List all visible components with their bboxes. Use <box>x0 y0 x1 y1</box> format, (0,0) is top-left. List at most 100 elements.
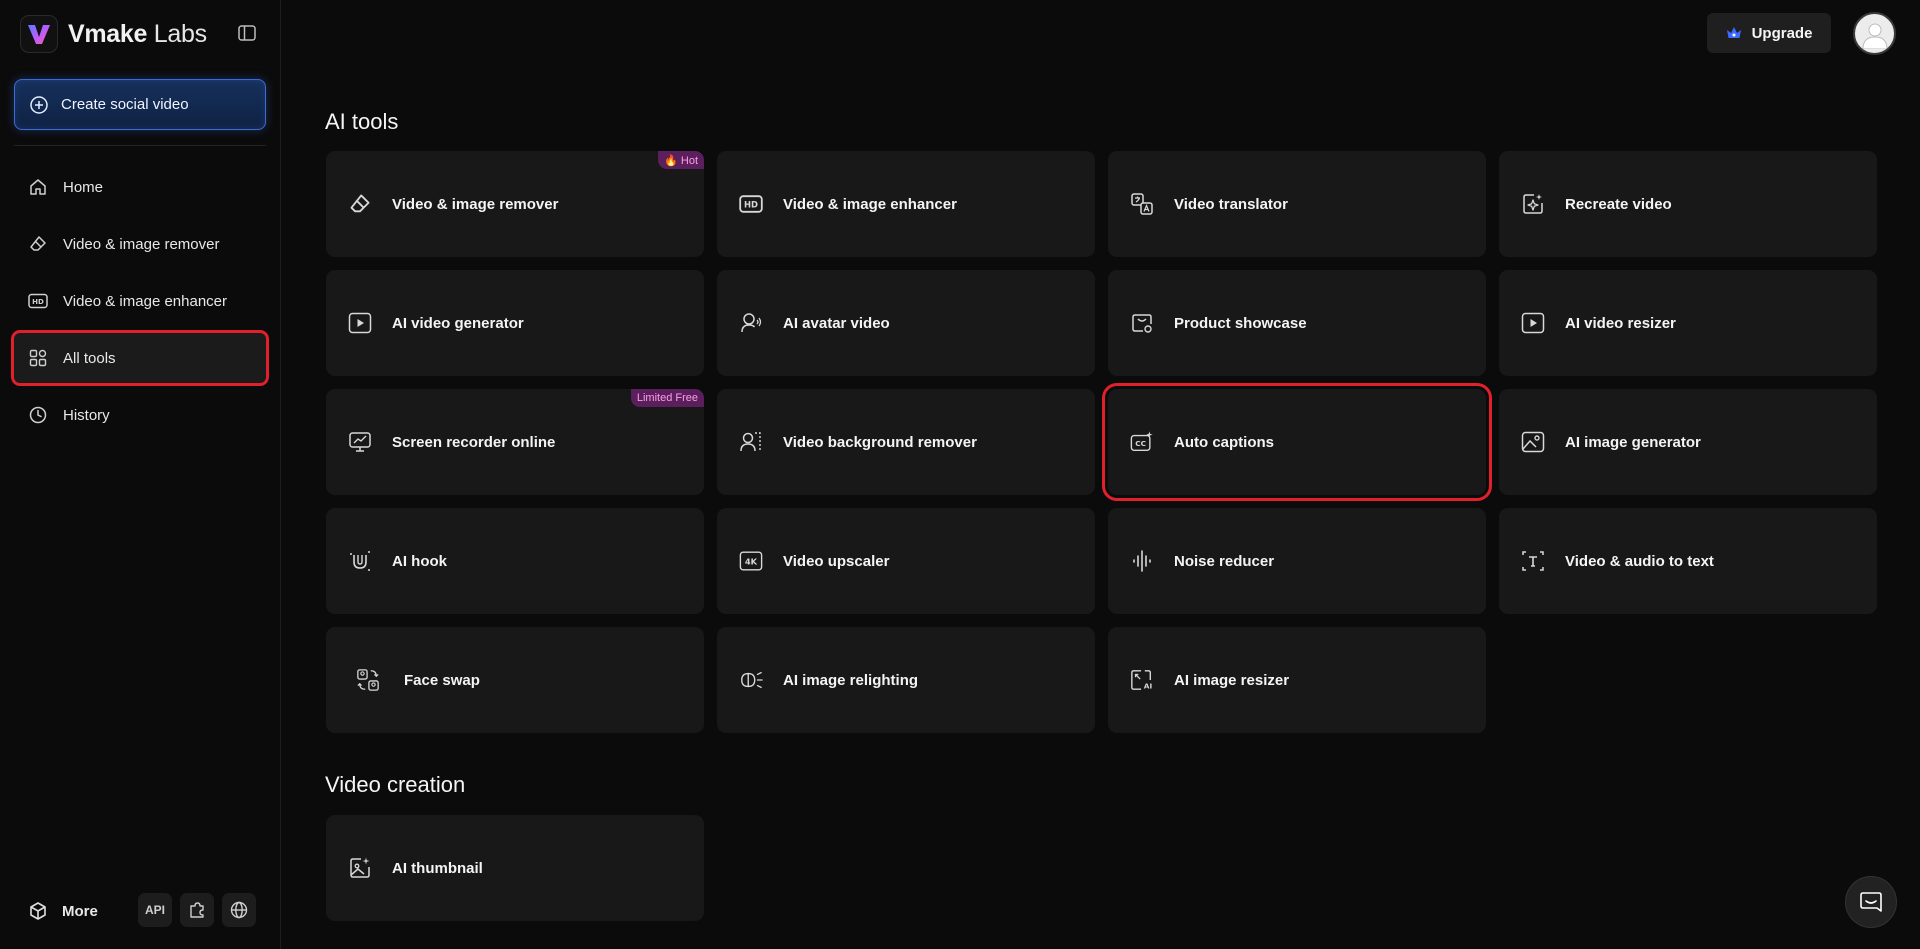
puzzle-icon <box>188 901 206 919</box>
tool-card-face-swap[interactable]: Face swap <box>326 627 704 733</box>
tool-card-ai-video-resizer[interactable]: AI video resizer <box>1499 270 1877 376</box>
tool-label: Noise reducer <box>1174 552 1275 570</box>
hd-icon: HD <box>28 291 48 311</box>
more-button[interactable]: More <box>28 901 98 921</box>
upgrade-button[interactable]: Upgrade <box>1707 13 1831 53</box>
tool-card-ai-thumbnail[interactable]: AI thumbnail <box>326 815 704 921</box>
clock-icon <box>28 405 48 425</box>
globe-icon <box>230 901 248 919</box>
tool-label: AI image generator <box>1565 433 1701 451</box>
cc-icon: CC <box>1130 430 1154 454</box>
svg-text:AI: AI <box>1144 681 1153 690</box>
tool-label: Video background remover <box>783 433 977 451</box>
play-box-icon <box>1521 311 1545 335</box>
tool-label: Recreate video <box>1565 195 1672 213</box>
tool-label: Product showcase <box>1174 314 1307 332</box>
tool-card-video-upscaler[interactable]: 4K Video upscaler <box>717 508 1095 614</box>
hd-icon: HD <box>739 192 763 216</box>
language-button[interactable] <box>222 893 256 927</box>
hot-badge: 🔥 Hot <box>658 151 704 169</box>
waveform-icon <box>1130 549 1154 573</box>
tool-card-auto-captions[interactable]: CC Auto captions <box>1102 383 1492 501</box>
4k-icon: 4K <box>739 549 763 573</box>
sidebar-item-label: All tools <box>63 349 116 367</box>
tool-label: Video & image enhancer <box>783 195 957 213</box>
tool-label: AI video generator <box>392 314 524 332</box>
tool-card-ai-hook[interactable]: AI hook <box>326 508 704 614</box>
chat-icon <box>1859 890 1883 914</box>
tool-card-video-background-remover[interactable]: Video background remover <box>717 389 1095 495</box>
plugin-button[interactable] <box>180 893 214 927</box>
home-icon <box>28 177 48 197</box>
tool-card-screen-recorder-online[interactable]: Screen recorder online Limited Free <box>326 389 704 495</box>
svg-text:HD: HD <box>32 298 44 306</box>
sidebar-item-label: Video & image enhancer <box>63 292 228 310</box>
grid-icon <box>28 348 48 368</box>
limited-free-badge: Limited Free <box>630 389 704 407</box>
tool-label: Video translator <box>1174 195 1288 213</box>
tool-card-video-image-enhancer[interactable]: HD Video & image enhancer <box>717 151 1095 257</box>
sidebar-item-label: Home <box>63 178 104 196</box>
image-icon <box>1521 430 1545 454</box>
person-bg-icon <box>739 430 763 454</box>
tool-card-video-image-remover[interactable]: Video & image remover 🔥 Hot <box>326 151 704 257</box>
tool-card-ai-image-generator[interactable]: AI image generator <box>1499 389 1877 495</box>
tool-label: AI image relighting <box>783 671 919 689</box>
tool-label: Screen recorder online <box>392 433 556 451</box>
section-title-video-creation: Video creation <box>325 772 466 797</box>
thumbnail-icon <box>348 856 372 880</box>
tool-card-recreate-video[interactable]: Recreate video <box>1499 151 1877 257</box>
image-resize-icon: AI <box>1130 668 1154 692</box>
sidebar-item-video-image-enhancer[interactable]: HD Video & image enhancer <box>14 276 266 326</box>
relight-icon <box>739 668 763 692</box>
sidebar-item-all-tools[interactable]: All tools <box>11 330 269 386</box>
brand[interactable]: Vmake Labs <box>20 14 207 54</box>
tool-card-product-showcase[interactable]: Product showcase <box>1108 270 1486 376</box>
eraser-icon <box>28 234 48 254</box>
tool-card-ai-video-generator[interactable]: AI video generator <box>326 270 704 376</box>
create-social-video-button[interactable]: Create social video <box>14 79 266 130</box>
crown-icon <box>1726 26 1742 40</box>
tool-card-video-translator[interactable]: Video translator <box>1108 151 1486 257</box>
plus-circle-icon <box>29 95 49 115</box>
sidebar-nav: Home Video & image remover HD Video & im… <box>11 162 269 447</box>
tool-card-ai-image-resizer[interactable]: AI AI image resizer <box>1108 627 1486 733</box>
sidebar-item-video-image-remover[interactable]: Video & image remover <box>14 219 266 269</box>
chat-support-button[interactable] <box>1845 876 1897 928</box>
vmake-logo-icon <box>20 15 58 53</box>
tool-label: Video & audio to text <box>1565 552 1714 570</box>
text-icon <box>1521 549 1545 573</box>
tool-card-ai-image-relighting[interactable]: AI image relighting <box>717 627 1095 733</box>
sidebar: Vmake Labs Create social video Home Vide… <box>0 0 281 949</box>
avatar[interactable] <box>1853 12 1896 55</box>
sidebar-toggle-icon[interactable] <box>236 22 258 44</box>
tool-label: AI video resizer <box>1565 314 1676 332</box>
section-title-ai-tools: AI tools <box>325 109 399 134</box>
cube-icon <box>28 901 48 921</box>
more-label: More <box>62 902 98 920</box>
create-social-video-label: Create social video <box>61 96 189 113</box>
screen-recorder-icon <box>348 430 372 454</box>
tool-label: Auto captions <box>1174 433 1274 451</box>
upgrade-label: Upgrade <box>1751 24 1813 42</box>
tool-label: Face swap <box>404 671 480 689</box>
tool-label: AI hook <box>392 552 447 570</box>
avatar-icon <box>739 311 763 335</box>
api-button[interactable]: API <box>138 893 172 927</box>
tool-label: AI image resizer <box>1174 671 1290 689</box>
sidebar-divider <box>14 145 266 146</box>
face-swap-icon <box>356 668 380 692</box>
sidebar-item-history[interactable]: History <box>14 390 266 440</box>
magnet-icon <box>348 549 372 573</box>
tool-card-video-audio-to-text[interactable]: Video & audio to text <box>1499 508 1877 614</box>
svg-text:CC: CC <box>1135 439 1146 448</box>
svg-text:HD: HD <box>744 200 758 210</box>
sidebar-item-home[interactable]: Home <box>14 162 266 212</box>
tool-label: AI thumbnail <box>392 859 483 877</box>
tool-label: Video upscaler <box>783 552 890 570</box>
tool-card-noise-reducer[interactable]: Noise reducer <box>1108 508 1486 614</box>
app-root: Vmake Labs Create social video Home Vide… <box>0 0 1920 949</box>
sparkle-doc-icon <box>1521 192 1545 216</box>
sidebar-item-label: History <box>63 406 110 424</box>
tool-card-ai-avatar-video[interactable]: AI avatar video <box>717 270 1095 376</box>
